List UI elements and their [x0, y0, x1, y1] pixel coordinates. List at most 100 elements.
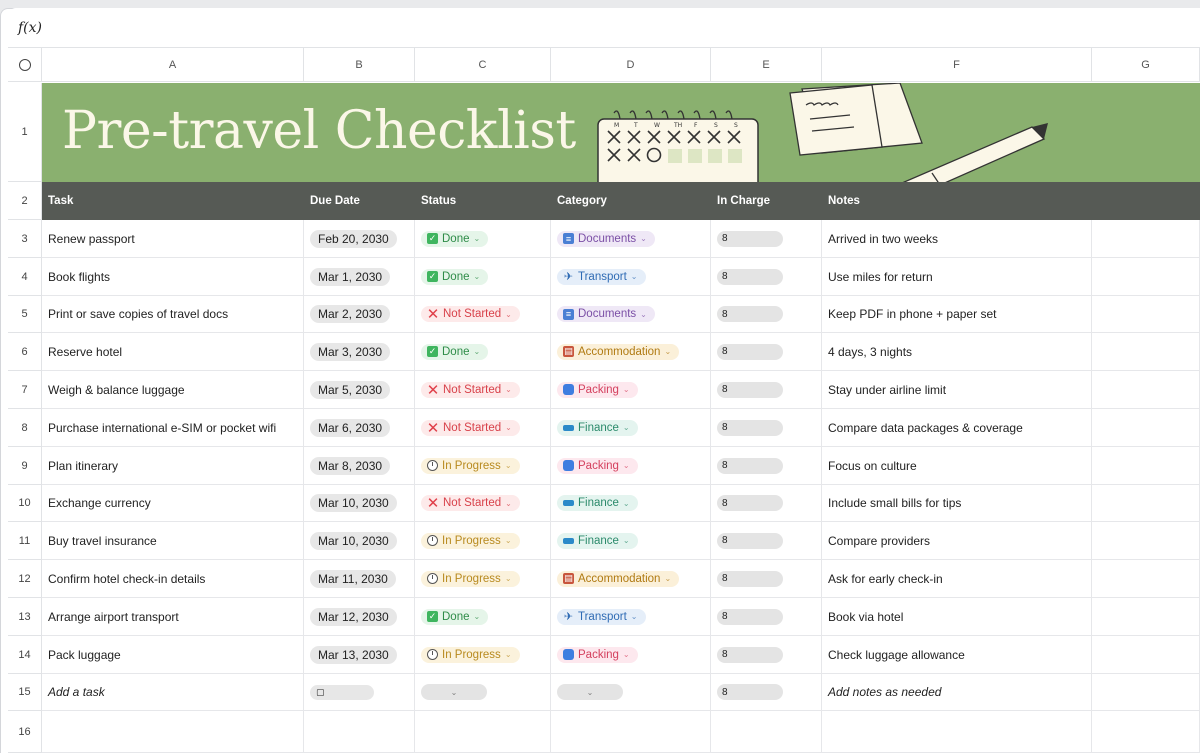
row-number[interactable]: 3 [8, 220, 42, 258]
due-date-cell[interactable]: Mar 1, 2030 [304, 258, 415, 296]
due-date-pill[interactable]: Feb 20, 2030 [310, 229, 397, 248]
due-date-pill[interactable]: Mar 1, 2030 [310, 267, 391, 286]
due-date-cell[interactable]: Mar 11, 2030 [304, 560, 415, 598]
due-date-cell[interactable]: Mar 10, 2030 [304, 485, 415, 522]
row-number[interactable]: 5 [8, 296, 42, 333]
empty-cell[interactable] [1092, 485, 1200, 522]
task-cell[interactable]: Exchange currency [42, 485, 304, 522]
in-charge-cell[interactable]: 8 [711, 560, 822, 598]
category-cell[interactable]: Finance ⌄ [551, 409, 711, 447]
in-charge-picker[interactable]: 8 [717, 230, 783, 247]
header-due-date[interactable]: Due Date [304, 182, 360, 220]
notes-cell[interactable]: 4 days, 3 nights [822, 333, 1092, 371]
due-date-pill[interactable]: Mar 13, 2030 [310, 645, 397, 664]
category-dropdown[interactable]: Packing ⌄ [557, 646, 638, 663]
row-number[interactable]: 15 [8, 674, 42, 711]
status-cell[interactable]: ✕ Not Started ⌄ [415, 485, 551, 522]
row-number[interactable]: 10 [8, 485, 42, 522]
notes-cell[interactable]: Use miles for return [822, 258, 1092, 296]
status-dropdown[interactable]: ✕ Not Started ⌄ [421, 419, 520, 437]
due-date-cell[interactable]: Mar 6, 2030 [304, 409, 415, 447]
due-date-cell[interactable]: Mar 3, 2030 [304, 333, 415, 371]
in-charge-cell[interactable]: 8 [711, 447, 822, 485]
column-header-e[interactable]: E [711, 48, 822, 82]
due-date-pill[interactable]: Mar 10, 2030 [310, 531, 397, 550]
status-cell[interactable]: ⌄ [415, 674, 551, 711]
category-cell[interactable]: Packing ⌄ [551, 636, 711, 674]
row-number[interactable]: 11 [8, 522, 42, 560]
status-dropdown[interactable]: ✓ Done ⌄ [421, 343, 489, 360]
header-status[interactable]: Status [415, 182, 456, 220]
category-dropdown[interactable]: Finance ⌄ [557, 419, 638, 436]
empty-cell[interactable] [1092, 636, 1200, 674]
category-cell[interactable]: Finance ⌄ [551, 485, 711, 522]
category-dropdown[interactable]: ▤ Accommodation ⌄ [557, 343, 680, 360]
empty-cell[interactable] [711, 711, 822, 753]
task-cell[interactable]: Print or save copies of travel docs [42, 296, 304, 333]
task-cell[interactable]: Book flights [42, 258, 304, 296]
notes-cell[interactable]: Keep PDF in phone + paper set [822, 296, 1092, 333]
empty-cell[interactable] [822, 711, 1092, 753]
category-dropdown[interactable]: Packing ⌄ [557, 457, 638, 474]
due-date-cell[interactable]: Feb 20, 2030 [304, 220, 415, 258]
status-dropdown[interactable]: ⌄ [421, 684, 487, 700]
empty-cell[interactable] [1092, 711, 1200, 753]
status-cell[interactable]: ✓ Done ⌄ [415, 220, 551, 258]
category-cell[interactable]: ≡ Documents ⌄ [551, 220, 711, 258]
status-dropdown[interactable]: ✕ Not Started ⌄ [421, 495, 520, 512]
status-cell[interactable]: ✓ Done ⌄ [415, 598, 551, 636]
category-dropdown[interactable]: Packing ⌄ [557, 381, 638, 398]
in-charge-picker[interactable]: 8 [717, 646, 783, 663]
empty-cell[interactable] [1092, 296, 1200, 333]
empty-cell[interactable] [1092, 409, 1200, 447]
notes-cell[interactable]: Ask for early check-in [822, 560, 1092, 598]
category-dropdown[interactable]: ≡ Documents ⌄ [557, 230, 655, 247]
header-notes[interactable]: Notes [822, 182, 860, 220]
row-number[interactable]: 6 [8, 333, 42, 371]
due-date-pill[interactable]: Mar 8, 2030 [310, 456, 391, 475]
due-date-pill[interactable]: Mar 6, 2030 [310, 418, 391, 437]
due-date-cell[interactable]: ▢ [304, 674, 415, 711]
header-in-charge[interactable]: In Charge [711, 182, 770, 220]
task-cell[interactable]: Weigh & balance luggage [42, 371, 304, 409]
row-number[interactable]: 14 [8, 636, 42, 674]
in-charge-cell[interactable]: 8 [711, 485, 822, 522]
empty-cell[interactable] [1092, 333, 1200, 371]
empty-cell[interactable] [415, 711, 551, 753]
in-charge-picker[interactable]: 8 [717, 608, 783, 625]
category-cell[interactable]: ✈ Transport ⌄ [551, 258, 711, 296]
column-header-b[interactable]: B [304, 48, 415, 82]
empty-cell[interactable] [1092, 674, 1200, 711]
status-cell[interactable]: ✕ Not Started ⌄ [415, 296, 551, 333]
in-charge-cell[interactable]: 8 [711, 598, 822, 636]
status-cell[interactable]: In Progress ⌄ [415, 447, 551, 485]
column-header-g[interactable]: G [1092, 48, 1200, 82]
due-date-pill[interactable]: Mar 5, 2030 [310, 380, 391, 399]
empty-cell[interactable] [1092, 522, 1200, 560]
due-date-cell[interactable]: Mar 5, 2030 [304, 371, 415, 409]
in-charge-cell[interactable]: 8 [711, 522, 822, 560]
category-dropdown[interactable]: ✈ Transport ⌄ [557, 268, 646, 285]
in-charge-picker[interactable]: 8 [717, 532, 783, 549]
task-cell[interactable]: Arrange airport transport [42, 598, 304, 636]
column-header-a[interactable]: A [42, 48, 304, 82]
status-dropdown[interactable]: ✓ Done ⌄ [421, 230, 489, 247]
empty-cell[interactable] [1092, 598, 1200, 636]
task-cell[interactable]: Renew passport [42, 220, 304, 258]
formula-bar[interactable]: f(x) [8, 8, 1200, 48]
category-dropdown[interactable]: ▤ Accommodation ⌄ [557, 570, 680, 587]
notes-cell[interactable]: Include small bills for tips [822, 485, 1092, 522]
column-header-f[interactable]: F [822, 48, 1092, 82]
category-cell[interactable]: Finance ⌄ [551, 522, 711, 560]
status-cell[interactable]: ✓ Done ⌄ [415, 258, 551, 296]
in-charge-cell[interactable]: 8 [711, 220, 822, 258]
header-category[interactable]: Category [551, 182, 607, 220]
status-dropdown[interactable]: In Progress ⌄ [421, 646, 520, 663]
status-cell[interactable]: ✕ Not Started ⌄ [415, 409, 551, 447]
header-task[interactable]: Task [42, 182, 73, 220]
category-cell[interactable]: ≡ Documents ⌄ [551, 296, 711, 333]
task-cell[interactable]: Plan itinerary [42, 447, 304, 485]
notes-cell[interactable]: Add notes as needed [822, 674, 1092, 711]
due-date-cell[interactable]: Mar 10, 2030 [304, 522, 415, 560]
category-dropdown[interactable]: Finance ⌄ [557, 532, 638, 549]
